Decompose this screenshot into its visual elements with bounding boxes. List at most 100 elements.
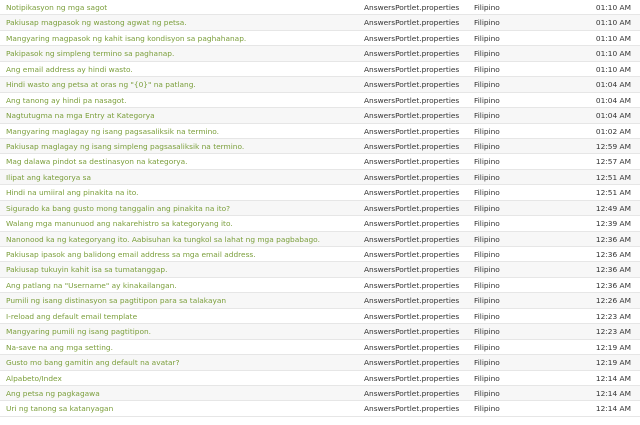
table-row: Nanonood ka ng kategoryang ito. Aabisuha…	[0, 231, 640, 247]
language-name: Filipino	[474, 327, 500, 337]
file-name: AnswersPortlet.properties	[364, 388, 460, 398]
language-name: Filipino	[474, 157, 500, 167]
table-row: Pakiusap tukuyin kahit isa sa tumatangga…	[0, 262, 640, 278]
table-row: Pakipasok ng simpleng termino sa paghana…	[0, 46, 640, 62]
language-name: Filipino	[474, 311, 500, 321]
table-row: Alpabeto/Index AnswersPortlet.properties F…	[0, 370, 640, 386]
language-name: Filipino	[474, 280, 500, 290]
table-row: Uri ng tanong sa katanyagan AnswersPortle…	[0, 401, 640, 417]
message-link[interactable]: Ang petsa ng pagkagawa	[6, 386, 356, 401]
message-link[interactable]: Gusto mo bang gamitin ang default na ava…	[6, 355, 356, 370]
message-link[interactable]: Pakiusap tukuyin kahit isa sa tumatangga…	[6, 262, 356, 277]
message-link[interactable]: Pakipasok ng simpleng termino sa paghana…	[6, 46, 356, 61]
translations-table: Notipikasyon ng mga sagot AnswersPortlet.…	[0, 0, 640, 417]
timestamp: 01:04 AM	[595, 111, 631, 121]
file-name: AnswersPortlet.properties	[364, 203, 460, 213]
timestamp: 01:10 AM	[595, 33, 631, 43]
file-name: AnswersPortlet.properties	[364, 95, 460, 105]
file-name: AnswersPortlet.properties	[364, 49, 460, 59]
language-name: Filipino	[474, 111, 500, 121]
table-row: Pakiusap ipasok ang balidong email addre…	[0, 247, 640, 263]
message-link[interactable]: Na-save na ang mga setting.	[6, 340, 356, 355]
timestamp: 12:19 AM	[595, 342, 631, 352]
message-link[interactable]: Alpabeto/Index	[6, 371, 356, 386]
language-name: Filipino	[474, 404, 500, 414]
table-row: Mag dalawa pindot sa destinasyon na kate…	[0, 154, 640, 170]
table-row: Mangyaring pumili ng isang pagtitipon. An…	[0, 324, 640, 340]
message-link[interactable]: Nanonood ka ng kategoryang ito. Aabisuha…	[6, 232, 356, 247]
timestamp: 01:10 AM	[595, 3, 631, 12]
timestamp: 01:10 AM	[595, 18, 631, 28]
table-row: Pakiusap maglagay ng isang simpleng pags…	[0, 138, 640, 155]
message-link[interactable]: Mangyaring maglagay ng isang pagsasaliks…	[6, 124, 356, 139]
language-name: Filipino	[474, 49, 500, 59]
language-name: Filipino	[474, 18, 500, 28]
timestamp: 12:59 AM	[595, 141, 631, 151]
message-link[interactable]: Ilipat ang kategorya sa	[6, 170, 356, 185]
language-name: Filipino	[474, 3, 500, 12]
message-link[interactable]: Notipikasyon ng mga sagot	[6, 0, 356, 15]
message-link[interactable]: Pakiusap magpasok ng wastong agwat ng pe…	[6, 15, 356, 30]
language-name: Filipino	[474, 373, 500, 383]
file-name: AnswersPortlet.properties	[364, 234, 460, 244]
timestamp: 01:10 AM	[595, 64, 631, 74]
message-link[interactable]: I-reload ang default email template	[6, 309, 356, 324]
language-name: Filipino	[474, 64, 500, 74]
table-row: Nagtutugma na mga Entry at Kategorya Answ…	[0, 108, 640, 124]
timestamp: 01:04 AM	[595, 80, 631, 90]
table-row: Mangyaring maglagay ng isang pagsasaliks…	[0, 123, 640, 139]
timestamp: 12:14 AM	[595, 373, 631, 383]
table-row: Na-save na ang mga setting. AnswersPortle…	[0, 339, 640, 356]
message-link[interactable]: Mangyaring magpasok ng kahit isang kondi…	[6, 31, 356, 46]
file-name: AnswersPortlet.properties	[364, 3, 460, 12]
file-name: AnswersPortlet.properties	[364, 188, 460, 198]
timestamp: 12:49 AM	[595, 203, 631, 213]
file-name: AnswersPortlet.properties	[364, 327, 460, 337]
language-name: Filipino	[474, 126, 500, 136]
message-link[interactable]: Pakiusap ipasok ang balidong email addre…	[6, 247, 356, 262]
language-name: Filipino	[474, 250, 500, 259]
message-link[interactable]: Hindi na umiiral ang pinakita na ito.	[6, 185, 356, 200]
language-name: Filipino	[474, 80, 500, 90]
message-link[interactable]: Hindi wasto ang petsa at oras ng "{0}" n…	[6, 77, 356, 92]
message-link[interactable]: Pakiusap maglagay ng isang simpleng pags…	[6, 139, 356, 154]
table-row: Ang email address ay hindi wasto. Answers…	[0, 61, 640, 78]
file-name: AnswersPortlet.properties	[364, 219, 460, 229]
language-name: Filipino	[474, 388, 500, 398]
language-name: Filipino	[474, 141, 500, 151]
language-name: Filipino	[474, 203, 500, 213]
message-link[interactable]: Mangyaring pumili ng isang pagtitipon.	[6, 324, 356, 339]
timestamp: 12:51 AM	[595, 188, 631, 198]
timestamp: 01:04 AM	[595, 95, 631, 105]
timestamp: 12:19 AM	[595, 358, 631, 368]
language-name: Filipino	[474, 95, 500, 105]
message-link[interactable]: Walang mga manunuod ang nakarehistro sa …	[6, 216, 356, 231]
timestamp: 01:02 AM	[595, 126, 631, 136]
message-link[interactable]: Sigurado ka bang gusto mong tanggalin an…	[6, 201, 356, 216]
table-row: Hindi wasto ang petsa at oras ng "{0}" n…	[0, 77, 640, 93]
language-name: Filipino	[474, 33, 500, 43]
timestamp: 12:51 AM	[595, 172, 631, 182]
table-row: Pumili ng isang distinasyon sa pagtitipo…	[0, 293, 640, 309]
message-link[interactable]: Nagtutugma na mga Entry at Kategorya	[6, 108, 356, 123]
message-link[interactable]: Ang email address ay hindi wasto.	[6, 62, 356, 77]
message-link[interactable]: Pumili ng isang distinasyon sa pagtitipo…	[6, 293, 356, 308]
language-name: Filipino	[474, 265, 500, 275]
file-name: AnswersPortlet.properties	[364, 18, 460, 28]
table-row: Hindi na umiiral ang pinakita na ito. Ans…	[0, 185, 640, 201]
table-row: Ang tanong ay hindi pa nasagot. AnswersPo…	[0, 92, 640, 109]
table-row: Sigurado ka bang gusto mong tanggalin an…	[0, 200, 640, 217]
timestamp: 12:36 AM	[595, 250, 631, 259]
message-link[interactable]: Uri ng tanong sa katanyagan	[6, 401, 356, 416]
message-link[interactable]: Mag dalawa pindot sa destinasyon na kate…	[6, 154, 356, 169]
message-link[interactable]: Ang patlang na "Username" ay kinakailang…	[6, 278, 356, 293]
language-name: Filipino	[474, 342, 500, 352]
timestamp: 12:36 AM	[595, 265, 631, 275]
file-name: AnswersPortlet.properties	[364, 80, 460, 90]
language-name: Filipino	[474, 234, 500, 244]
timestamp: 01:10 AM	[595, 49, 631, 59]
file-name: AnswersPortlet.properties	[364, 111, 460, 121]
timestamp: 12:23 AM	[595, 327, 631, 337]
file-name: AnswersPortlet.properties	[364, 311, 460, 321]
message-link[interactable]: Ang tanong ay hindi pa nasagot.	[6, 93, 356, 108]
